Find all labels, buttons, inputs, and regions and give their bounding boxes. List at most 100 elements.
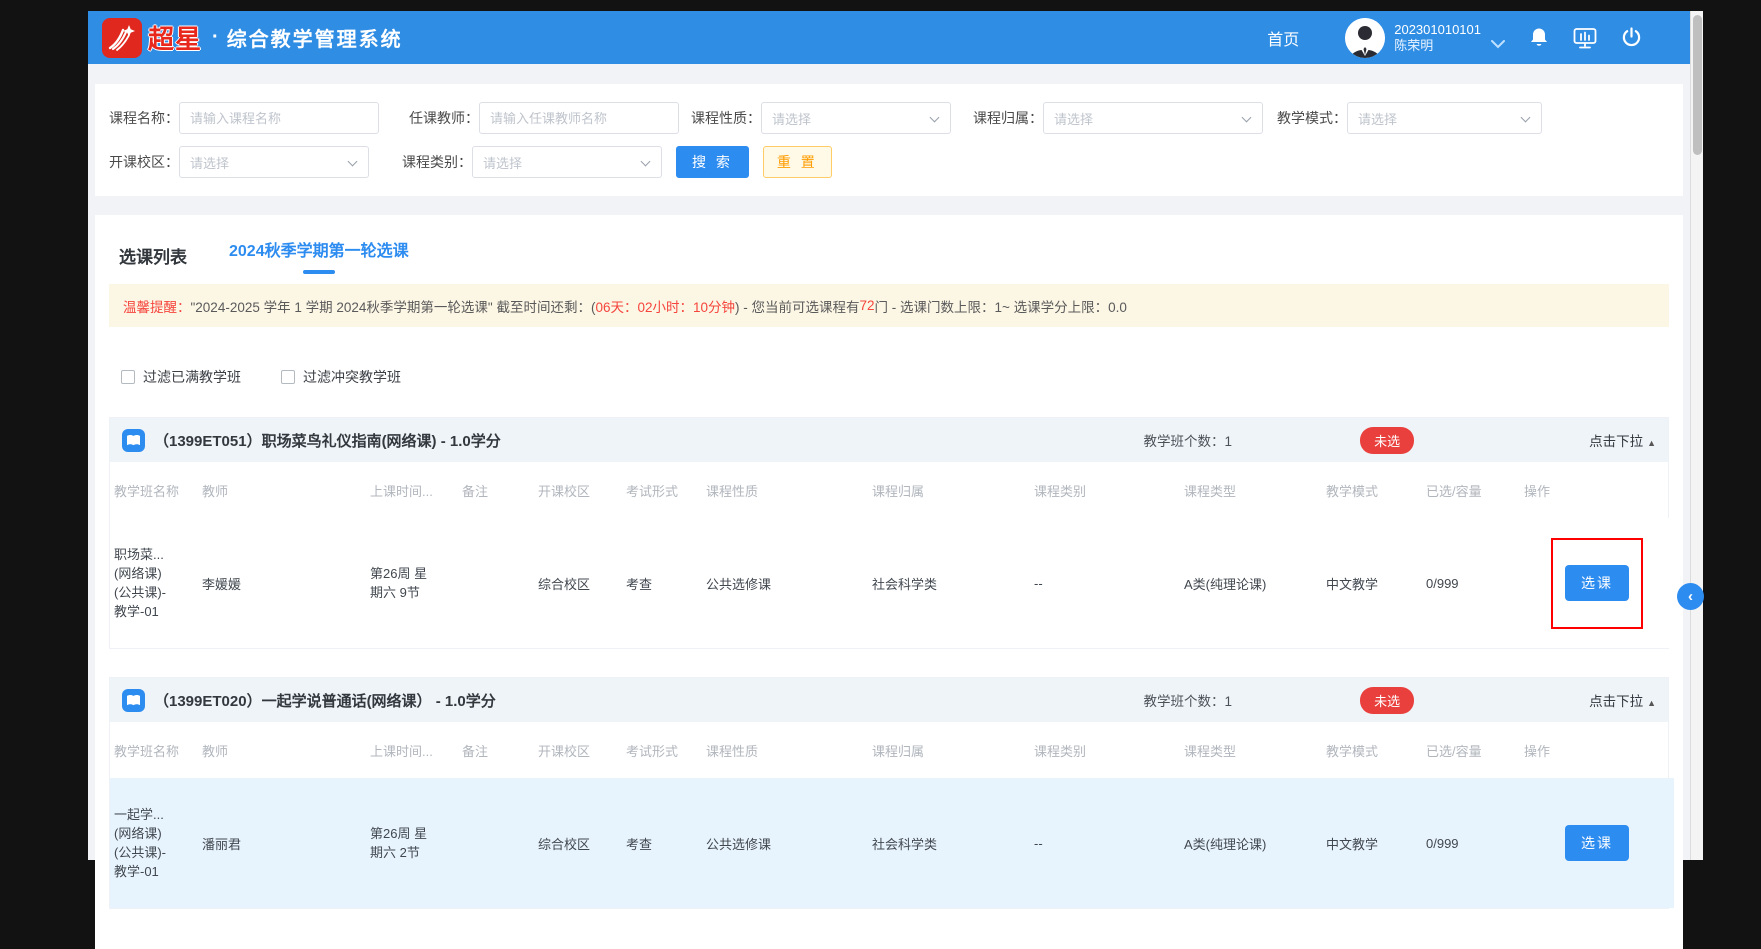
bell-icon[interactable] [1529, 27, 1549, 48]
chevron-down-icon [641, 157, 651, 167]
reset-button[interactable]: 重 置 [763, 146, 832, 178]
filter-course-name: 课程名称： [109, 102, 379, 134]
class-time[interactable]: 第26周 星 期六 2节 [366, 778, 458, 908]
nav-home-link[interactable]: 首页 [1267, 26, 1299, 50]
logo-separator: · [212, 26, 219, 49]
filter-row-2: 开课校区： 请选择 课程类别： 请选择 搜 索 重 置 [109, 146, 1669, 178]
notice-part3: 门 - 选课门数上限：1~ 选课学分上限：0.0 [875, 296, 1127, 316]
class-category: -- [1030, 778, 1180, 908]
class-remark [458, 518, 534, 648]
teacher-label: 任课教师： [409, 108, 479, 128]
campus-value: 请选择 [190, 153, 229, 172]
course-attribution-value: 请选择 [1054, 109, 1093, 128]
class-campus: 综合校区 [534, 778, 622, 908]
status-badge: 未选 [1360, 687, 1414, 714]
course-title: （1399ET051）职场菜鸟礼仪指南(网络课) - 1.0学分 [154, 430, 501, 451]
top-black-band [88, 0, 1690, 11]
class-name: 职场菜... (网络课) (公共课)- 教学-01 [110, 518, 198, 648]
power-icon[interactable] [1621, 27, 1642, 48]
class-remark [458, 778, 534, 908]
select-course-button[interactable]: 选课 [1565, 825, 1629, 861]
class-name: 一起学... (网络课) (公共课)- 教学-01 [110, 778, 198, 908]
book-icon [122, 429, 145, 452]
class-table: 教学班名称教师 上课时间...备注 开课校区考试形式 课程性质课程归属 课程类别… [110, 462, 1674, 648]
notice-part2: ) - 您当前可选课程有 [735, 296, 860, 316]
course-card-header[interactable]: （1399ET020）一起学说普通话(网络课） - 1.0学分 教学班个数：1 … [110, 678, 1668, 722]
collapse-toggle[interactable]: 点击下拉▲ [1589, 430, 1656, 450]
scrollbar-thumb[interactable] [1693, 15, 1702, 155]
book-icon [122, 689, 145, 712]
triangle-up-icon: ▲ [1647, 698, 1656, 708]
browser-page: 超星 · 综合教学管理系统 首页 202301010101 陈荣明 [88, 0, 1690, 860]
class-time[interactable]: 第26周 星 期六 9节 [366, 518, 458, 648]
chevron-down-icon [1242, 113, 1252, 123]
class-type: A类(纯理论课) [1180, 518, 1322, 648]
course-card-header[interactable]: （1399ET051）职场菜鸟礼仪指南(网络课) - 1.0学分 教学班个数：1… [110, 418, 1668, 462]
course-nature-select[interactable]: 请选择 [761, 102, 951, 134]
notice-course-count: 72 [860, 298, 875, 313]
table-header-row: 教学班名称教师 上课时间...备注 开课校区考试形式 课程性质课程归属 课程类别… [110, 462, 1674, 518]
tab-active-underline [303, 270, 335, 274]
class-row: 一起学... (网络课) (公共课)- 教学-01 潘丽君 第26周 星 期六 … [110, 778, 1674, 908]
logo-brand-text: 超星 [148, 19, 202, 56]
filter-row-1: 课程名称： 任课教师： 课程性质： 请选择 课程归属： 请选择 [109, 102, 1669, 134]
chevron-down-icon [348, 157, 358, 167]
class-exam-form: 考查 [622, 518, 702, 648]
class-mode: 中文教学 [1322, 518, 1422, 648]
filter-full-checkbox[interactable] [121, 370, 135, 384]
class-table: 教学班名称教师 上课时间...备注 开课校区考试形式 课程性质课程归属 课程类别… [110, 722, 1674, 908]
class-exam-form: 考查 [622, 778, 702, 908]
status-badge: 未选 [1360, 427, 1414, 454]
user-info[interactable]: 202301010101 陈荣明 [1394, 22, 1481, 54]
collapse-toggle[interactable]: 点击下拉▲ [1589, 690, 1656, 710]
triangle-up-icon: ▲ [1647, 438, 1656, 448]
course-category-label: 课程类别： [402, 152, 472, 172]
filter-full-label: 过滤已满教学班 [143, 367, 241, 387]
teacher-input[interactable] [479, 102, 679, 134]
teaching-mode-select[interactable]: 请选择 [1347, 102, 1542, 134]
tab-round-1[interactable]: 2024秋季学期第一轮选课 [229, 237, 409, 274]
page-scrollbar[interactable] [1690, 11, 1703, 860]
campus-label: 开课校区： [109, 152, 179, 172]
course-name-input[interactable] [179, 102, 379, 134]
user-avatar[interactable] [1345, 18, 1385, 58]
teaching-mode-value: 请选择 [1358, 109, 1397, 128]
course-title: （1399ET020）一起学说普通话(网络课） - 1.0学分 [154, 690, 496, 711]
filter-conflict-checkbox[interactable] [281, 370, 295, 384]
filter-toggles-row: 过滤已满教学班 过滤冲突教学班 [109, 367, 1669, 387]
app-header: 超星 · 综合教学管理系统 首页 202301010101 陈荣明 [88, 11, 1690, 64]
class-campus: 综合校区 [534, 518, 622, 648]
course-name-label: 课程名称： [109, 108, 179, 128]
filter-campus: 开课校区： 请选择 [109, 146, 369, 178]
course-category-select[interactable]: 请选择 [472, 146, 662, 178]
course-card-1399ET020: （1399ET020）一起学说普通话(网络课） - 1.0学分 教学班个数：1 … [109, 677, 1669, 909]
chevron-down-icon [930, 113, 940, 123]
course-card-1399ET051: （1399ET051）职场菜鸟礼仪指南(网络课) - 1.0学分 教学班个数：1… [109, 417, 1669, 649]
notice-prefix: 温馨提醒： [123, 296, 191, 316]
class-teacher: 潘丽君 [198, 778, 366, 908]
screen-share-icon[interactable] [1573, 27, 1597, 49]
class-count: 教学班个数：1 [1144, 430, 1233, 450]
class-mode: 中文教学 [1322, 778, 1422, 908]
search-button[interactable]: 搜 索 [676, 146, 749, 178]
select-course-button[interactable]: 选课 [1565, 565, 1629, 601]
sidebar-collapse-toggle[interactable]: ‹ [1677, 583, 1704, 610]
filter-teacher: 任课教师： [409, 102, 679, 134]
class-attribution: 社会科学类 [868, 778, 1030, 908]
user-id: 202301010101 [1394, 22, 1481, 38]
user-name: 陈荣明 [1394, 38, 1481, 54]
tab-round-1-label: 2024秋季学期第一轮选课 [229, 237, 409, 270]
system-title: 综合教学管理系统 [227, 23, 403, 52]
class-capacity: 0/999 [1422, 518, 1520, 648]
filter-conflict-label: 过滤冲突教学班 [303, 367, 401, 387]
chevron-down-icon[interactable] [1491, 36, 1505, 54]
filter-course-attribution: 课程归属： 请选择 [973, 102, 1263, 134]
class-capacity: 0/999 [1422, 778, 1520, 908]
table-header-row: 教学班名称教师 上课时间...备注 开课校区考试形式 课程性质课程归属 课程类别… [110, 722, 1674, 778]
notice-time-left: 06天：02小时：10分钟 [595, 296, 735, 316]
course-attribution-select[interactable]: 请选择 [1043, 102, 1263, 134]
class-row: 职场菜... (网络课) (公共课)- 教学-01 李媛媛 第26周 星 期六 … [110, 518, 1674, 648]
campus-select[interactable]: 请选择 [179, 146, 369, 178]
filter-panel: 课程名称： 任课教师： 课程性质： 请选择 课程归属： 请选择 [95, 84, 1683, 196]
chevron-down-icon [1521, 113, 1531, 123]
